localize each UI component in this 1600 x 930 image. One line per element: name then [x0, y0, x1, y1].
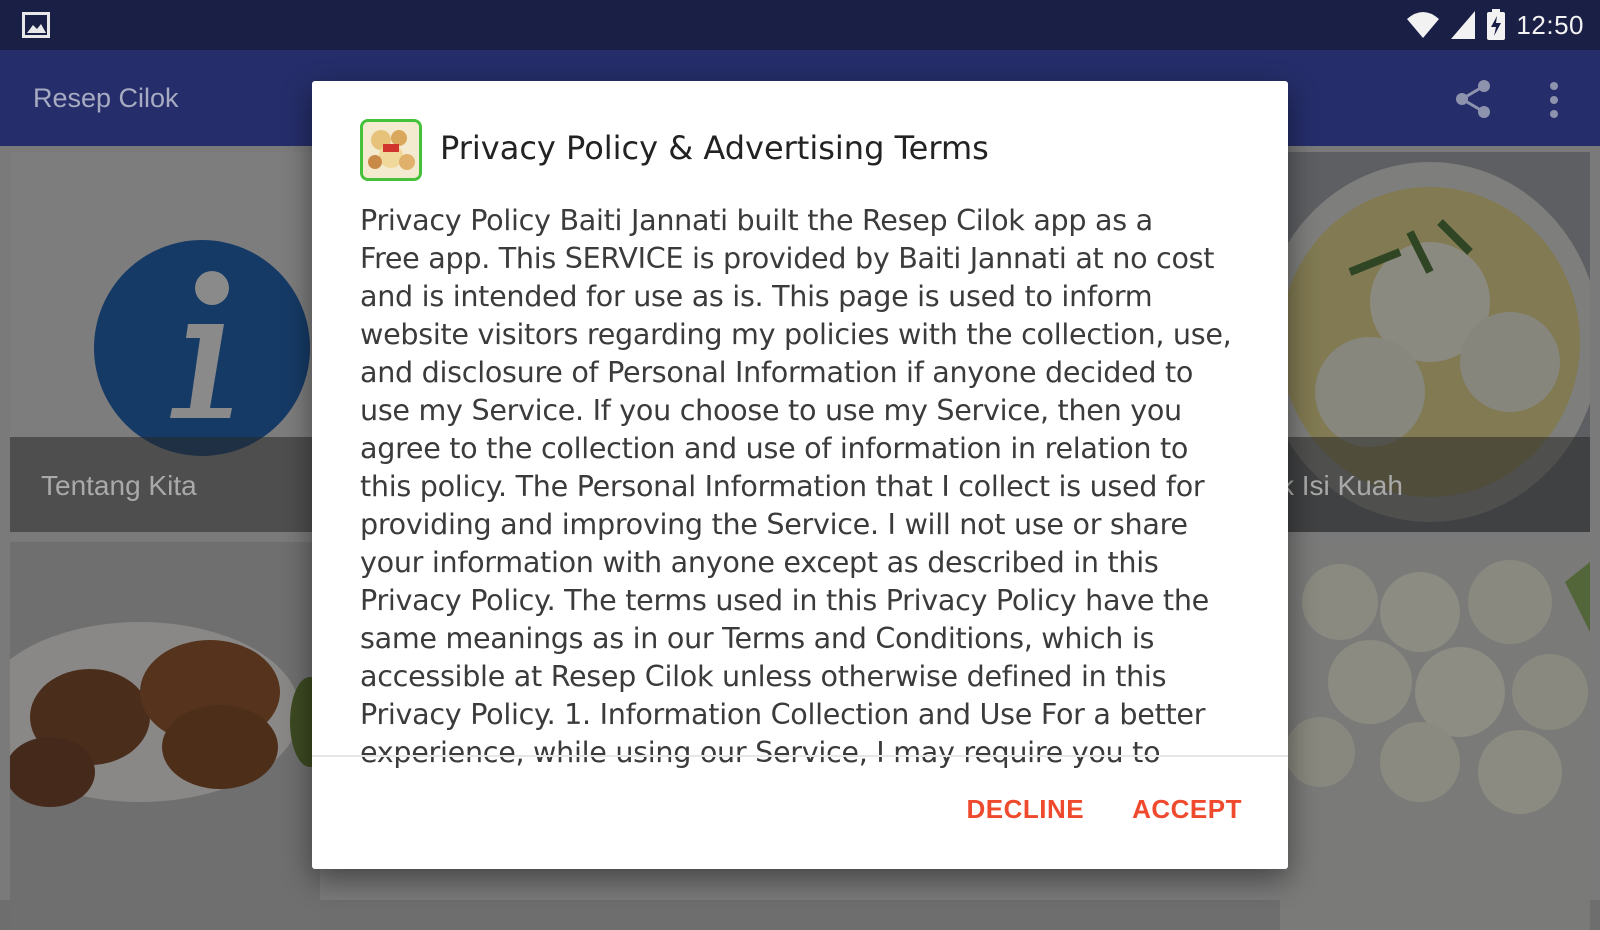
- share-icon[interactable]: [1452, 78, 1494, 120]
- photo-icon: [22, 12, 50, 38]
- body-line: same meanings as in our Terms and Condit…: [360, 621, 1155, 655]
- body-line: use my Service. If you choose to use my …: [360, 393, 1182, 427]
- body-line: your information with anyone except as d…: [360, 545, 1159, 579]
- body-line: this policy. The Personal Information th…: [360, 469, 1205, 503]
- dialog-scroll-area[interactable]: Privacy Policy Baiti Jannati built the R…: [360, 199, 1250, 835]
- info-icon: [94, 240, 310, 456]
- battery-charging-icon: [1487, 9, 1506, 40]
- body-line: experience, while using our Service, I m…: [360, 735, 1161, 769]
- body-line: and disclosure of Personal Information i…: [360, 355, 1194, 389]
- wifi-icon: [1407, 12, 1440, 38]
- dialog-body: Privacy Policy Baiti Jannati built the R…: [360, 201, 1250, 771]
- status-time: 12:50: [1516, 9, 1584, 40]
- body-line: accessible at Resep Cilok unless otherwi…: [360, 659, 1167, 693]
- card-caption: k Isi Kuah: [1280, 437, 1590, 532]
- dialog-title: Privacy Policy & Advertising Terms: [440, 129, 989, 167]
- more-vert-icon[interactable]: [1542, 80, 1566, 120]
- menu-card-food-right[interactable]: [1280, 542, 1590, 930]
- body-line: agree to the collection and use of infor…: [360, 431, 1189, 465]
- dialog-divider: [312, 755, 1288, 757]
- body-line: providing and improving the Service. I w…: [360, 507, 1188, 541]
- dialog-actions: DECLINE ACCEPT: [966, 794, 1242, 825]
- app-icon: [360, 119, 422, 181]
- menu-card-tentang-kita[interactable]: Tentang Kita: [10, 152, 320, 532]
- decline-button[interactable]: DECLINE: [966, 794, 1084, 825]
- status-bar: 12:50: [0, 0, 1600, 50]
- card-caption-label: k Isi Kuah: [1280, 470, 1403, 501]
- menu-card-cilok-isi-kuah[interactable]: k Isi Kuah: [1280, 152, 1590, 532]
- card-caption: Tentang Kita: [10, 437, 320, 532]
- food-image: [1280, 542, 1590, 930]
- body-line: Privacy Policy Baiti Jannati built the R…: [360, 203, 1153, 237]
- body-line: Privacy Policy. The terms used in this P…: [360, 583, 1209, 617]
- food-image: [10, 542, 320, 930]
- body-line: website visitors regarding my policies w…: [360, 317, 1232, 351]
- accept-button[interactable]: ACCEPT: [1132, 794, 1242, 825]
- app-title: Resep Cilok: [33, 83, 179, 113]
- card-caption-label: Tentang Kita: [41, 470, 197, 501]
- body-line: Privacy Policy. 1. Information Collectio…: [360, 697, 1206, 731]
- menu-card-food-left[interactable]: [10, 542, 320, 930]
- body-line: and is intended for use as is. This page…: [360, 279, 1153, 313]
- body-line: Free app. This SERVICE is provided by Ba…: [360, 241, 1215, 275]
- cell-signal-icon: [1451, 11, 1476, 39]
- privacy-policy-dialog: Privacy Policy & Advertising Terms Priva…: [312, 81, 1288, 869]
